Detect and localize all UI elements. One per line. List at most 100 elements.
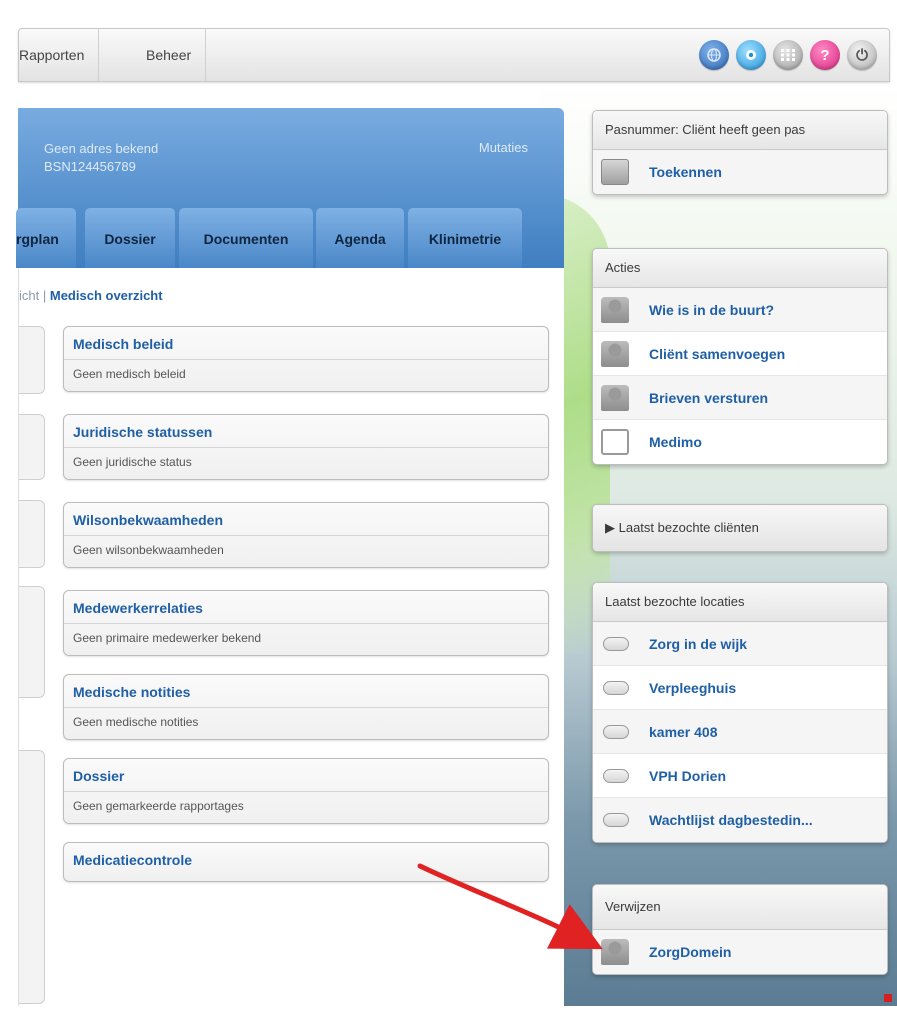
settings-circle-icon[interactable] — [736, 40, 766, 70]
location-item[interactable]: VPH Dorien — [593, 754, 887, 798]
action-label[interactable]: Medimo — [649, 434, 702, 450]
acties-panel-header: Acties — [593, 249, 887, 288]
location-icon — [603, 681, 629, 695]
toolbar-icons: ? ⏻ — [699, 40, 877, 70]
tab-agenda[interactable]: Agenda — [316, 208, 404, 268]
card-description: Geen medisch beleid — [73, 367, 186, 381]
plus-icon — [601, 429, 629, 455]
breadcrumb-previous[interactable]: icht — [19, 288, 39, 303]
tab-documenten[interactable]: Documenten — [179, 208, 313, 268]
verwijzen-panel-header: Verwijzen — [593, 885, 887, 930]
location-item[interactable]: Zorg in de wijk — [593, 622, 887, 666]
left-panel-stub — [19, 500, 45, 568]
card-title[interactable]: Medisch beleid — [73, 336, 173, 352]
breadcrumb-separator: | — [42, 288, 47, 303]
location-label[interactable]: kamer 408 — [649, 724, 718, 740]
card-title[interactable]: Medicatiecontrole — [73, 852, 192, 868]
recent-locations-header: Laatst bezochte locaties — [593, 583, 887, 622]
card-medisch-beleid[interactable]: Medisch beleid Geen medisch beleid — [63, 326, 549, 392]
panel-item-toekennen[interactable]: Toekennen — [593, 150, 887, 194]
left-panel-stub — [19, 326, 45, 394]
action-medimo[interactable]: Medimo — [593, 420, 887, 464]
location-label[interactable]: Verpleeghuis — [649, 680, 736, 696]
pas-panel: Pasnummer: Cliënt heeft geen pas Toekenn… — [592, 110, 888, 195]
referral-label[interactable]: ZorgDomein — [649, 944, 731, 960]
card-divider — [64, 447, 548, 448]
location-icon — [603, 725, 629, 739]
pas-panel-header: Pasnummer: Cliënt heeft geen pas — [593, 111, 887, 150]
action-label[interactable]: Cliënt samenvoegen — [649, 346, 785, 362]
person-icon — [601, 385, 629, 411]
breadcrumb: icht | Medisch overzicht — [19, 288, 163, 303]
location-label[interactable]: VPH Dorien — [649, 768, 726, 784]
acties-panel-list: Wie is in de buurt? Cliënt samenvoegen B… — [593, 288, 887, 464]
recent-locations-panel: Laatst bezochte locaties Zorg in de wijk… — [592, 582, 888, 843]
recent-locations-list: Zorg in de wijk Verpleeghuis kamer 408 V… — [593, 622, 887, 842]
tab-dossier[interactable]: Dossier — [85, 208, 175, 268]
card-dossier[interactable]: Dossier Geen gemarkeerde rapportages — [63, 758, 549, 824]
card-divider — [64, 623, 548, 624]
location-item[interactable]: Wachtlijst dagbestedin... — [593, 798, 887, 842]
card-description: Geen medische notities — [73, 715, 199, 729]
card-title[interactable]: Medische notities — [73, 684, 190, 700]
card-title[interactable]: Juridische statussen — [73, 424, 212, 440]
menu-item-rapporten[interactable]: Rapporten — [5, 29, 100, 81]
acties-panel: Acties Wie is in de buurt? Cliënt samenv… — [592, 248, 888, 465]
card-description: Geen juridische status — [73, 455, 192, 469]
verwijzen-panel: Verwijzen ZorgDomein — [592, 884, 888, 975]
person-icon — [601, 341, 629, 367]
action-client-samenvoegen[interactable]: Cliënt samenvoegen — [593, 332, 887, 376]
help-icon[interactable]: ? — [810, 40, 840, 70]
annotation-marker — [884, 994, 892, 1002]
person-icon — [601, 939, 629, 965]
location-label[interactable]: Zorg in de wijk — [649, 636, 747, 652]
card-divider — [64, 707, 548, 708]
power-icon[interactable]: ⏻ — [847, 40, 877, 70]
card-medicatiecontrole[interactable]: Medicatiecontrole — [63, 842, 549, 882]
tab-klinimetrie[interactable]: Klinimetrie — [408, 208, 522, 268]
card-wilsonbekwaamheden[interactable]: Wilsonbekwaamheden Geen wilsonbekwaamhed… — [63, 502, 549, 568]
location-icon — [603, 637, 629, 651]
recent-clients-toggle[interactable]: ▶ Laatst bezochte cliënten — [593, 505, 887, 551]
main-content: icht | Medisch overzicht Medisch beleid … — [18, 268, 564, 1006]
location-item[interactable]: Verpleeghuis — [593, 666, 887, 710]
left-panel-stub — [19, 750, 45, 1004]
breadcrumb-current: Medisch overzicht — [49, 288, 163, 303]
card-description: Geen primaire medewerker bekend — [73, 631, 262, 645]
referral-zorgdomein[interactable]: ZorgDomein — [593, 930, 887, 974]
app-frame: Rapporten Beheer ? ⏻ Geen adres bekend B… — [0, 0, 897, 1012]
card-title[interactable]: Medewerkerrelaties — [73, 600, 203, 616]
client-address: Geen adres bekend — [44, 141, 159, 156]
action-brieven-versturen[interactable]: Brieven versturen — [593, 376, 887, 420]
card-medewerkerrelaties[interactable]: Medewerkerrelaties Geen primaire medewer… — [63, 590, 549, 656]
card-medische-notities[interactable]: Medische notities Geen medische notities — [63, 674, 549, 740]
card-divider — [64, 359, 548, 360]
top-navigation-bar: Rapporten Beheer ? ⏻ — [18, 28, 890, 82]
location-item[interactable]: kamer 408 — [593, 710, 887, 754]
client-header: Geen adres bekend BSN124456789 Mutaties … — [16, 108, 564, 268]
recent-clients-panel[interactable]: ▶ Laatst bezochte cliënten — [592, 504, 888, 552]
mutaties-link[interactable]: Mutaties — [479, 140, 528, 155]
tab-zorgplan[interactable]: rgplan — [16, 208, 76, 268]
globe-icon[interactable] — [699, 40, 729, 70]
menu-item-beheer[interactable]: Beheer — [132, 29, 207, 81]
left-panel-stub — [19, 586, 45, 698]
action-wie-is-in-de-buurt[interactable]: Wie is in de buurt? — [593, 288, 887, 332]
card-divider — [64, 535, 548, 536]
card-description: Geen gemarkeerde rapportages — [73, 799, 244, 813]
card-icon — [601, 159, 629, 185]
card-description: Geen wilsonbekwaamheden — [73, 543, 224, 557]
card-title[interactable]: Wilsonbekwaamheden — [73, 512, 223, 528]
panel-item-label[interactable]: Toekennen — [649, 164, 722, 180]
location-icon — [603, 813, 629, 827]
location-label[interactable]: Wachtlijst dagbestedin... — [649, 812, 813, 828]
keypad-icon[interactable] — [773, 40, 803, 70]
left-panel-stub — [19, 414, 45, 480]
client-address-block: Geen adres bekend BSN124456789 — [44, 140, 158, 176]
pas-panel-list: Toekennen — [593, 150, 887, 194]
client-bsn: BSN124456789 — [44, 159, 136, 174]
action-label[interactable]: Wie is in de buurt? — [649, 302, 774, 318]
card-juridische-statussen[interactable]: Juridische statussen Geen juridische sta… — [63, 414, 549, 480]
card-title[interactable]: Dossier — [73, 768, 124, 784]
action-label[interactable]: Brieven versturen — [649, 390, 768, 406]
